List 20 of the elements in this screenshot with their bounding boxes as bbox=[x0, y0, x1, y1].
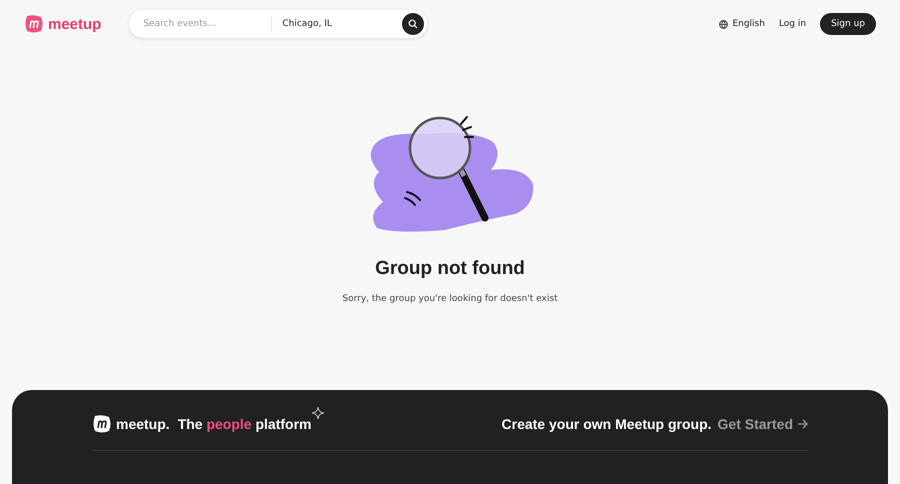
logo-text: meetup bbox=[48, 16, 102, 32]
logo-mark-icon bbox=[24, 14, 44, 34]
create-group-text: Create your own Meetup group. bbox=[502, 416, 712, 432]
search-field[interactable]: Search events... bbox=[141, 18, 262, 30]
search-button[interactable] bbox=[402, 13, 424, 35]
meetup-logo[interactable]: meetup bbox=[24, 14, 102, 34]
get-started-link[interactable]: Get Started bbox=[718, 416, 808, 432]
location-field[interactable]: Chicago, IL bbox=[282, 19, 402, 29]
error-title: Group not found bbox=[375, 258, 525, 280]
login-link[interactable]: Log in bbox=[778, 19, 806, 29]
globe-icon bbox=[719, 20, 728, 28]
logo-mark-icon bbox=[92, 414, 112, 434]
signup-button[interactable]: Sign up bbox=[820, 13, 876, 35]
error-message: Sorry, the group you're looking for doesn't exist bbox=[342, 294, 558, 304]
language-button[interactable]: English bbox=[719, 19, 765, 29]
sparkle-icon bbox=[311, 406, 326, 420]
search-icon bbox=[408, 19, 418, 29]
arrow-right-icon bbox=[797, 419, 808, 429]
tagline: The people platform bbox=[178, 416, 312, 432]
footer-logo-text: meetup. bbox=[116, 416, 170, 432]
